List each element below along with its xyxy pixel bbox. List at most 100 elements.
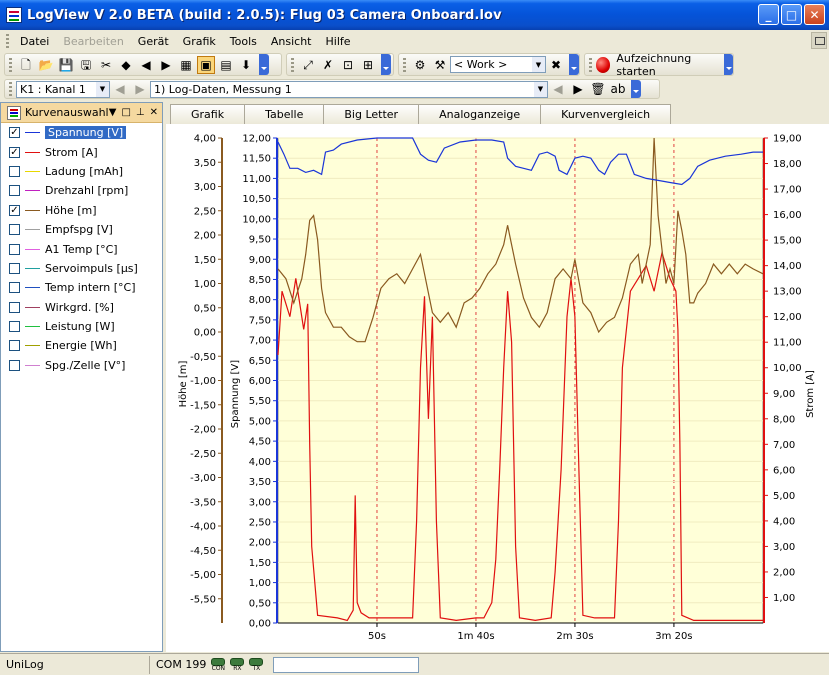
menu-grafik[interactable]: Grafik (176, 33, 223, 50)
hoehe-tick-label: -5,00 (190, 570, 216, 581)
curve-checkbox[interactable] (9, 321, 20, 333)
curve-item[interactable]: ✓ Höhe [m] (1, 201, 162, 220)
menu-geraet[interactable]: Gerät (131, 33, 176, 50)
back-arrow-icon[interactable]: ◆ (117, 56, 135, 74)
curve-item[interactable]: A1 Temp [°C] (1, 239, 162, 258)
curve-checkbox[interactable] (9, 282, 20, 294)
channel-select[interactable]: K1 : Kanal 1 ▼ (16, 80, 110, 98)
menu-ansicht[interactable]: Ansicht (264, 33, 319, 50)
curve-checkbox[interactable] (9, 359, 20, 371)
connect-icon[interactable]: ⚙ (411, 56, 429, 74)
export-icon[interactable]: ⬇ (237, 56, 255, 74)
tab-analoganzeige[interactable]: Analoganzeige (418, 104, 542, 124)
grid-icon[interactable]: ▦ (177, 56, 195, 74)
panel-pin-icon[interactable]: ⊥ (136, 107, 145, 118)
led-label: CON (211, 664, 226, 672)
menu-bearbeiten[interactable]: Bearbeiten (56, 33, 130, 50)
strom-tick-label: 4,00 (773, 516, 795, 527)
curve-color-swatch (25, 151, 40, 153)
hoehe-tick-label: 3,50 (194, 158, 216, 169)
curve-checkbox[interactable] (9, 224, 20, 236)
menu-tools[interactable]: Tools (223, 33, 264, 50)
curve-item[interactable]: Wirkgrd. [%] (1, 298, 162, 317)
prev-channel-icon[interactable]: ◀ (111, 80, 129, 98)
curve-checkbox[interactable]: ✓ (9, 127, 20, 139)
curve-item[interactable]: Temp intern [°C] (1, 278, 162, 297)
record-toolbar-overflow-button[interactable] (723, 54, 733, 75)
prev-dataset-icon[interactable]: ◀ (549, 80, 567, 98)
table-mode-icon[interactable]: ▤ (217, 56, 235, 74)
curve-label: Ladung [mAh] (45, 164, 124, 178)
curve-item[interactable]: Leistung [W] (1, 317, 162, 336)
hoehe-tick-label: 2,00 (194, 231, 216, 242)
channel-toolbar-overflow-button[interactable] (631, 80, 641, 98)
delete-dataset-icon[interactable]: 🗑 (589, 80, 607, 98)
next-dataset-icon[interactable]: ▶ (569, 80, 587, 98)
curve-checkbox[interactable]: ✓ (9, 204, 20, 216)
curve-color-swatch (25, 287, 40, 289)
hoehe-tick-label: -4,00 (190, 522, 216, 533)
tab-grafik[interactable]: Grafik (170, 104, 246, 124)
strom-tick-label: 12,00 (773, 312, 802, 323)
dataset-select[interactable]: 1) Log-Daten, Messung 1 ▼ (150, 80, 548, 98)
curve-checkbox[interactable] (9, 243, 20, 255)
panel-float-icon[interactable]: □ (121, 107, 130, 118)
curve-item[interactable]: Empfspg [V] (1, 220, 162, 239)
curve-item[interactable]: Spg./Zelle [V°] (1, 356, 162, 375)
curve-item[interactable]: Drehzahl [rpm] (1, 181, 162, 200)
curve-item[interactable]: ✓ Strom [A] (1, 142, 162, 161)
status-port: COM 199 CON RX TX (150, 657, 264, 672)
device-settings-icon[interactable]: ⚒ (431, 56, 449, 74)
tab-kurvenvergleich[interactable]: Kurvenvergleich (540, 104, 672, 124)
panel-dropdown-icon[interactable]: ▼ (109, 107, 117, 118)
close-button[interactable]: ✕ (804, 4, 825, 25)
curve-item[interactable]: ✓ Spannung [V] (1, 123, 162, 142)
profile-select[interactable]: < Work > ▼ (450, 56, 546, 73)
curve-label: Energie [Wh] (45, 339, 117, 353)
minimize-button[interactable]: _ (758, 4, 779, 25)
arrow-left-icon[interactable]: ◀ (137, 56, 155, 74)
maximize-button[interactable]: □ (781, 4, 802, 25)
menu-hilfe[interactable]: Hilfe (319, 33, 358, 50)
hoehe-tick-label: 3,00 (194, 182, 216, 193)
measure-icon[interactable]: ⊞ (359, 56, 377, 74)
menu-grip[interactable] (6, 34, 9, 48)
curve-checkbox[interactable] (9, 165, 20, 177)
arrow-right-icon[interactable]: ▶ (157, 56, 175, 74)
spannung-tick-label: 2,50 (249, 517, 271, 528)
tab-tabelle[interactable]: Tabelle (244, 104, 325, 124)
save-icon[interactable]: 💾 (57, 56, 75, 74)
curve-checkbox[interactable] (9, 185, 20, 197)
curve-checkbox[interactable] (9, 301, 20, 313)
curve-item[interactable]: Energie [Wh] (1, 336, 162, 355)
panel-close-icon[interactable]: ✕ (150, 107, 158, 118)
toolbar-overflow-button[interactable] (259, 54, 269, 75)
delete-profile-icon[interactable]: ✖ (547, 56, 565, 74)
tools-icon[interactable]: ✂ (97, 56, 115, 74)
record-start-button[interactable]: Aufzeichnung starten (616, 52, 724, 78)
curve-checkbox[interactable] (9, 340, 20, 352)
x-tick-label: 1m 40s (457, 631, 494, 642)
curve-checkbox[interactable] (9, 262, 20, 274)
curve-label: Servoimpuls [µs] (45, 261, 138, 275)
menu-datei[interactable]: Datei (13, 33, 56, 50)
zoom-in-icon[interactable]: ⤢ (299, 56, 317, 74)
x-tick-label: 3m 20s (655, 631, 692, 642)
rename-dataset-icon[interactable]: ab (609, 80, 627, 98)
profile-toolbar-overflow-button[interactable] (569, 54, 579, 75)
curve-item[interactable]: Ladung [mAh] (1, 162, 162, 181)
zoom-toolbar-overflow-button[interactable] (381, 54, 391, 75)
line-chart[interactable]: 4,00 3,50 3,00 2,50 2,00 1,50 1,00 0,50 0,00 -0,5… (166, 124, 829, 652)
save-all-icon[interactable]: 🖫 (77, 56, 95, 74)
mdi-restore-button[interactable] (811, 32, 827, 49)
zoom-out-icon[interactable]: ✗ (319, 56, 337, 74)
curve-checkbox[interactable]: ✓ (9, 146, 20, 158)
curve-item[interactable]: Servoimpuls [µs] (1, 259, 162, 278)
tab-big-letter[interactable]: Big Letter (323, 104, 420, 124)
next-channel-icon[interactable]: ▶ (131, 80, 149, 98)
tab-label: Big Letter (344, 108, 399, 121)
zoom-fit-icon[interactable]: ⊡ (339, 56, 357, 74)
open-folder-icon[interactable]: 📂 (37, 56, 55, 74)
new-file-icon[interactable]: 🗋 (17, 56, 35, 74)
graph-mode-icon[interactable]: ▣ (197, 55, 215, 74)
